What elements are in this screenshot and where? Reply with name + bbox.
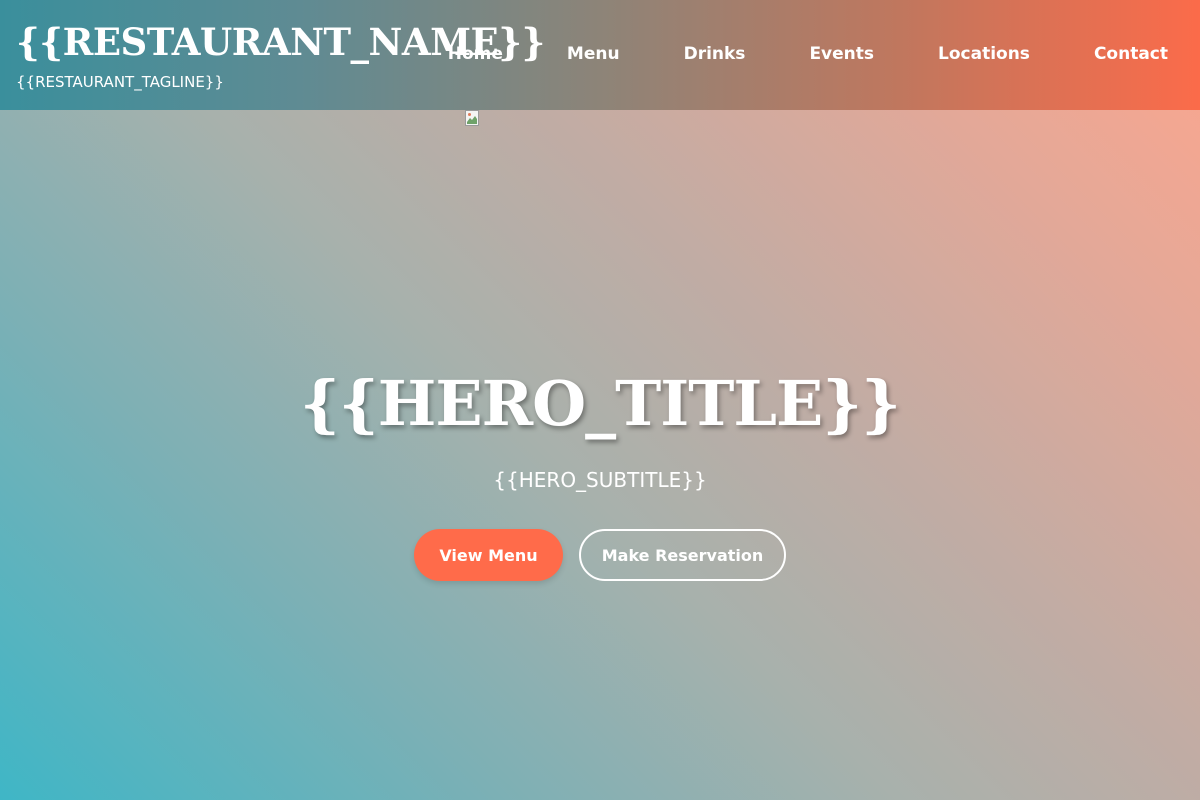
- make-reservation-button[interactable]: Make Reservation: [579, 529, 786, 581]
- hero-actions: View Menu Make Reservation: [0, 529, 1200, 581]
- view-menu-button[interactable]: View Menu: [414, 529, 563, 581]
- nav-contact[interactable]: Contact: [1094, 42, 1168, 66]
- hero-section: {{HERO_TITLE}} {{HERO_SUBTITLE}} View Me…: [0, 110, 1200, 800]
- hero-title: {{HERO_TITLE}}: [300, 367, 901, 440]
- nav-drinks[interactable]: Drinks: [684, 42, 746, 66]
- hero-subtitle: {{HERO_SUBTITLE}}: [493, 468, 707, 492]
- nav-home[interactable]: Home: [448, 42, 503, 66]
- nav-events[interactable]: Events: [809, 42, 874, 66]
- main-nav: Home Menu Drinks Events Locations Contac…: [448, 42, 1168, 66]
- restaurant-tagline: {{RESTAURANT_TAGLINE}}: [16, 73, 224, 91]
- site-header: {{RESTAURANT_NAME}} {{RESTAURANT_TAGLINE…: [0, 0, 1200, 110]
- nav-locations[interactable]: Locations: [938, 42, 1030, 66]
- nav-menu[interactable]: Menu: [567, 42, 620, 66]
